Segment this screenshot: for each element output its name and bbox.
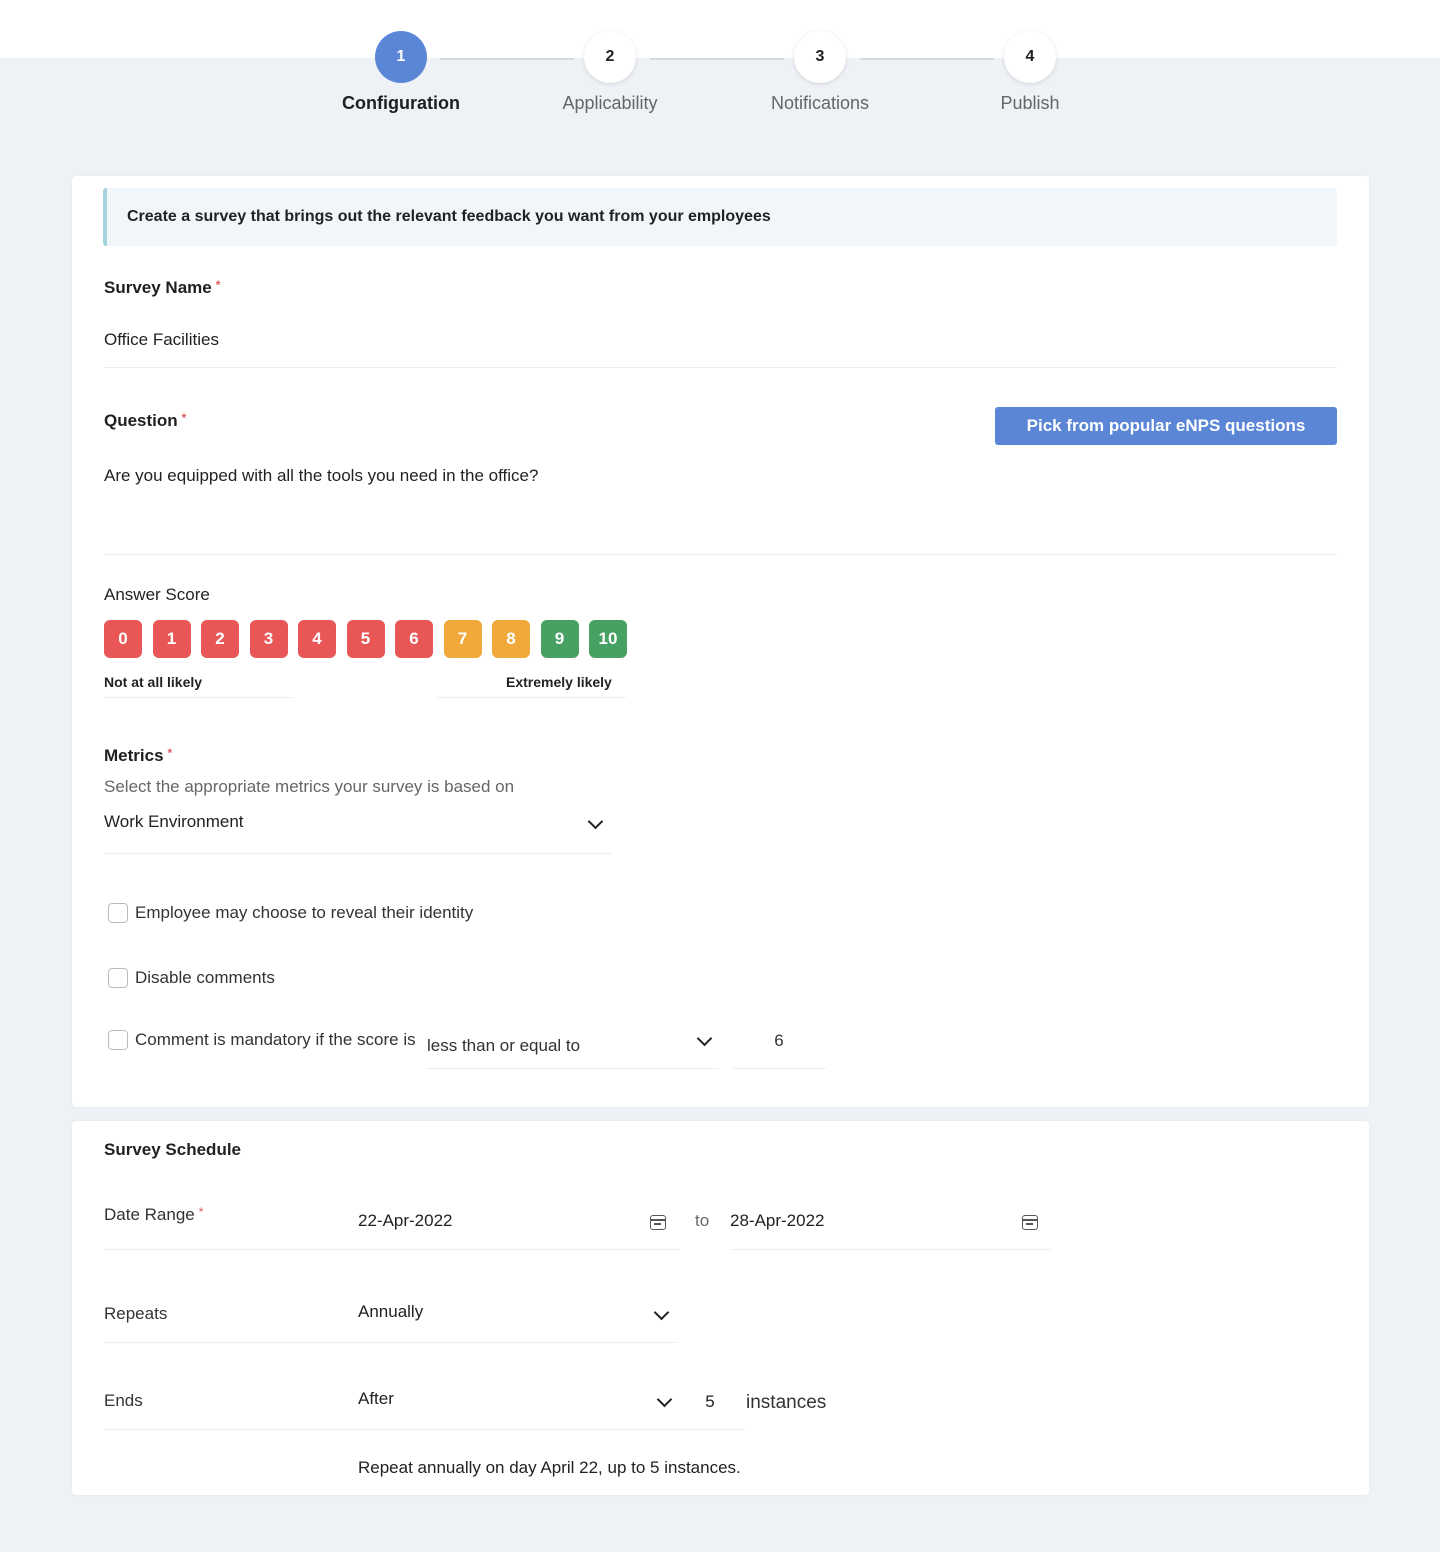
chevron-down-icon xyxy=(653,1304,670,1321)
ends-select[interactable]: After xyxy=(358,1389,678,1427)
score-operator-select[interactable]: less than or equal to xyxy=(427,1030,719,1068)
low-score-caption: Not at all likely xyxy=(104,674,203,690)
high-score-caption: Extremely likely xyxy=(506,674,612,690)
question-underline xyxy=(104,554,1337,555)
survey-name-label-text: Survey Name xyxy=(104,278,212,297)
mandatory-comment-label: Comment is mandatory if the score is xyxy=(135,1030,416,1049)
survey-name-label: Survey Name * xyxy=(104,278,220,298)
survey-name-input[interactable]: Office Facilities xyxy=(104,330,1337,350)
repeats-underline xyxy=(104,1342,678,1343)
score-6[interactable]: 6 xyxy=(395,620,433,658)
step-number: 4 xyxy=(1004,31,1056,83)
required-mark: * xyxy=(198,1205,204,1219)
answer-score-scale: 0 1 2 3 4 5 6 7 8 9 10 xyxy=(104,620,627,658)
info-banner: Create a survey that brings out the rele… xyxy=(103,188,1337,246)
configuration-card: Create a survey that brings out the rele… xyxy=(72,176,1369,1107)
end-date-input[interactable]: 28-Apr-2022 xyxy=(730,1211,1052,1247)
score-threshold-underline xyxy=(732,1068,826,1069)
score-7[interactable]: 7 xyxy=(443,620,482,658)
calendar-icon[interactable] xyxy=(1022,1215,1038,1230)
metrics-selected-value: Work Environment xyxy=(104,812,244,831)
repeats-select[interactable]: Annually xyxy=(358,1302,678,1340)
survey-name-underline xyxy=(104,367,1337,368)
required-mark: * xyxy=(181,411,187,425)
step-publish[interactable]: 4 Publish xyxy=(950,31,1110,114)
reveal-identity-option[interactable]: Employee may choose to reveal their iden… xyxy=(108,903,473,923)
low-caption-underline xyxy=(104,697,294,698)
score-10[interactable]: 10 xyxy=(589,620,627,658)
answer-score-label: Answer Score xyxy=(104,585,210,604)
score-4[interactable]: 4 xyxy=(298,620,336,658)
end-date-value: 28-Apr-2022 xyxy=(730,1211,825,1230)
ends-count-input[interactable]: 5 xyxy=(692,1392,728,1412)
end-date-underline xyxy=(730,1249,1052,1250)
disable-comments-label: Disable comments xyxy=(135,968,275,987)
metrics-select[interactable]: Work Environment xyxy=(104,812,612,854)
metrics-helper-text: Select the appropriate metrics your surv… xyxy=(104,777,515,796)
score-9[interactable]: 9 xyxy=(540,620,579,658)
mandatory-comment-checkbox[interactable] xyxy=(108,1030,128,1050)
step-number: 1 xyxy=(375,31,427,83)
step-configuration[interactable]: 1 Configuration xyxy=(321,31,481,114)
repeats-value: Annually xyxy=(358,1302,424,1321)
score-3[interactable]: 3 xyxy=(249,620,288,658)
wizard-stepper: 1 Configuration 2 Applicability 3 Notifi… xyxy=(0,0,1440,140)
mandatory-comment-option[interactable]: Comment is mandatory if the score is xyxy=(108,1030,416,1050)
question-input[interactable]: Are you equipped with all the tools you … xyxy=(104,466,1337,546)
step-number: 2 xyxy=(584,31,636,83)
pick-popular-questions-button[interactable]: Pick from popular eNPS questions xyxy=(995,407,1337,445)
date-range-label-text: Date Range xyxy=(104,1205,195,1224)
metrics-label: Metrics * xyxy=(104,746,172,766)
step-applicability[interactable]: 2 Applicability xyxy=(530,31,690,114)
step-label: Applicability xyxy=(562,93,658,113)
ends-underline xyxy=(104,1429,746,1430)
step-label: Configuration xyxy=(342,93,460,113)
step-label: Notifications xyxy=(770,93,870,113)
score-8[interactable]: 8 xyxy=(492,620,530,658)
step-notifications[interactable]: 3 Notifications xyxy=(740,31,900,114)
metrics-label-text: Metrics xyxy=(104,746,164,765)
score-2[interactable]: 2 xyxy=(201,620,239,658)
disable-comments-checkbox[interactable] xyxy=(108,968,128,988)
reveal-identity-checkbox[interactable] xyxy=(108,903,128,923)
ends-unit-label: instances xyxy=(746,1392,827,1413)
date-range-label: Date Range * xyxy=(104,1205,203,1225)
score-operator-underline xyxy=(427,1068,719,1069)
score-1[interactable]: 1 xyxy=(152,620,191,658)
score-threshold-input[interactable]: 6 xyxy=(732,1031,826,1051)
reveal-identity-label: Employee may choose to reveal their iden… xyxy=(135,903,474,922)
disable-comments-option[interactable]: Disable comments xyxy=(108,968,275,988)
survey-schedule-title: Survey Schedule xyxy=(104,1140,242,1159)
chevron-down-icon xyxy=(696,1030,713,1047)
ends-label: Ends xyxy=(104,1391,143,1410)
ends-value: After xyxy=(358,1389,394,1408)
schedule-summary: Repeat annually on day April 22, up to 5… xyxy=(358,1458,741,1477)
score-operator-value: less than or equal to xyxy=(427,1036,581,1055)
date-range-separator: to xyxy=(695,1211,710,1230)
start-date-input[interactable]: 22-Apr-2022 xyxy=(358,1211,678,1247)
question-label: Question * xyxy=(104,411,186,431)
question-label-text: Question xyxy=(104,411,178,430)
start-date-value: 22-Apr-2022 xyxy=(358,1211,453,1230)
start-date-underline xyxy=(104,1249,680,1250)
required-mark: * xyxy=(167,746,173,760)
calendar-icon[interactable] xyxy=(650,1215,666,1230)
repeats-label: Repeats xyxy=(104,1304,168,1323)
chevron-down-icon xyxy=(587,813,604,830)
step-number: 3 xyxy=(794,31,846,83)
score-0[interactable]: 0 xyxy=(104,620,142,658)
chevron-down-icon xyxy=(656,1391,673,1408)
metrics-underline xyxy=(104,853,612,854)
survey-schedule-card: Survey Schedule Date Range * 22-Apr-2022 … xyxy=(72,1121,1369,1495)
required-mark: * xyxy=(215,278,221,292)
step-label: Publish xyxy=(1000,93,1060,113)
high-caption-underline xyxy=(436,697,626,698)
score-5[interactable]: 5 xyxy=(346,620,385,658)
